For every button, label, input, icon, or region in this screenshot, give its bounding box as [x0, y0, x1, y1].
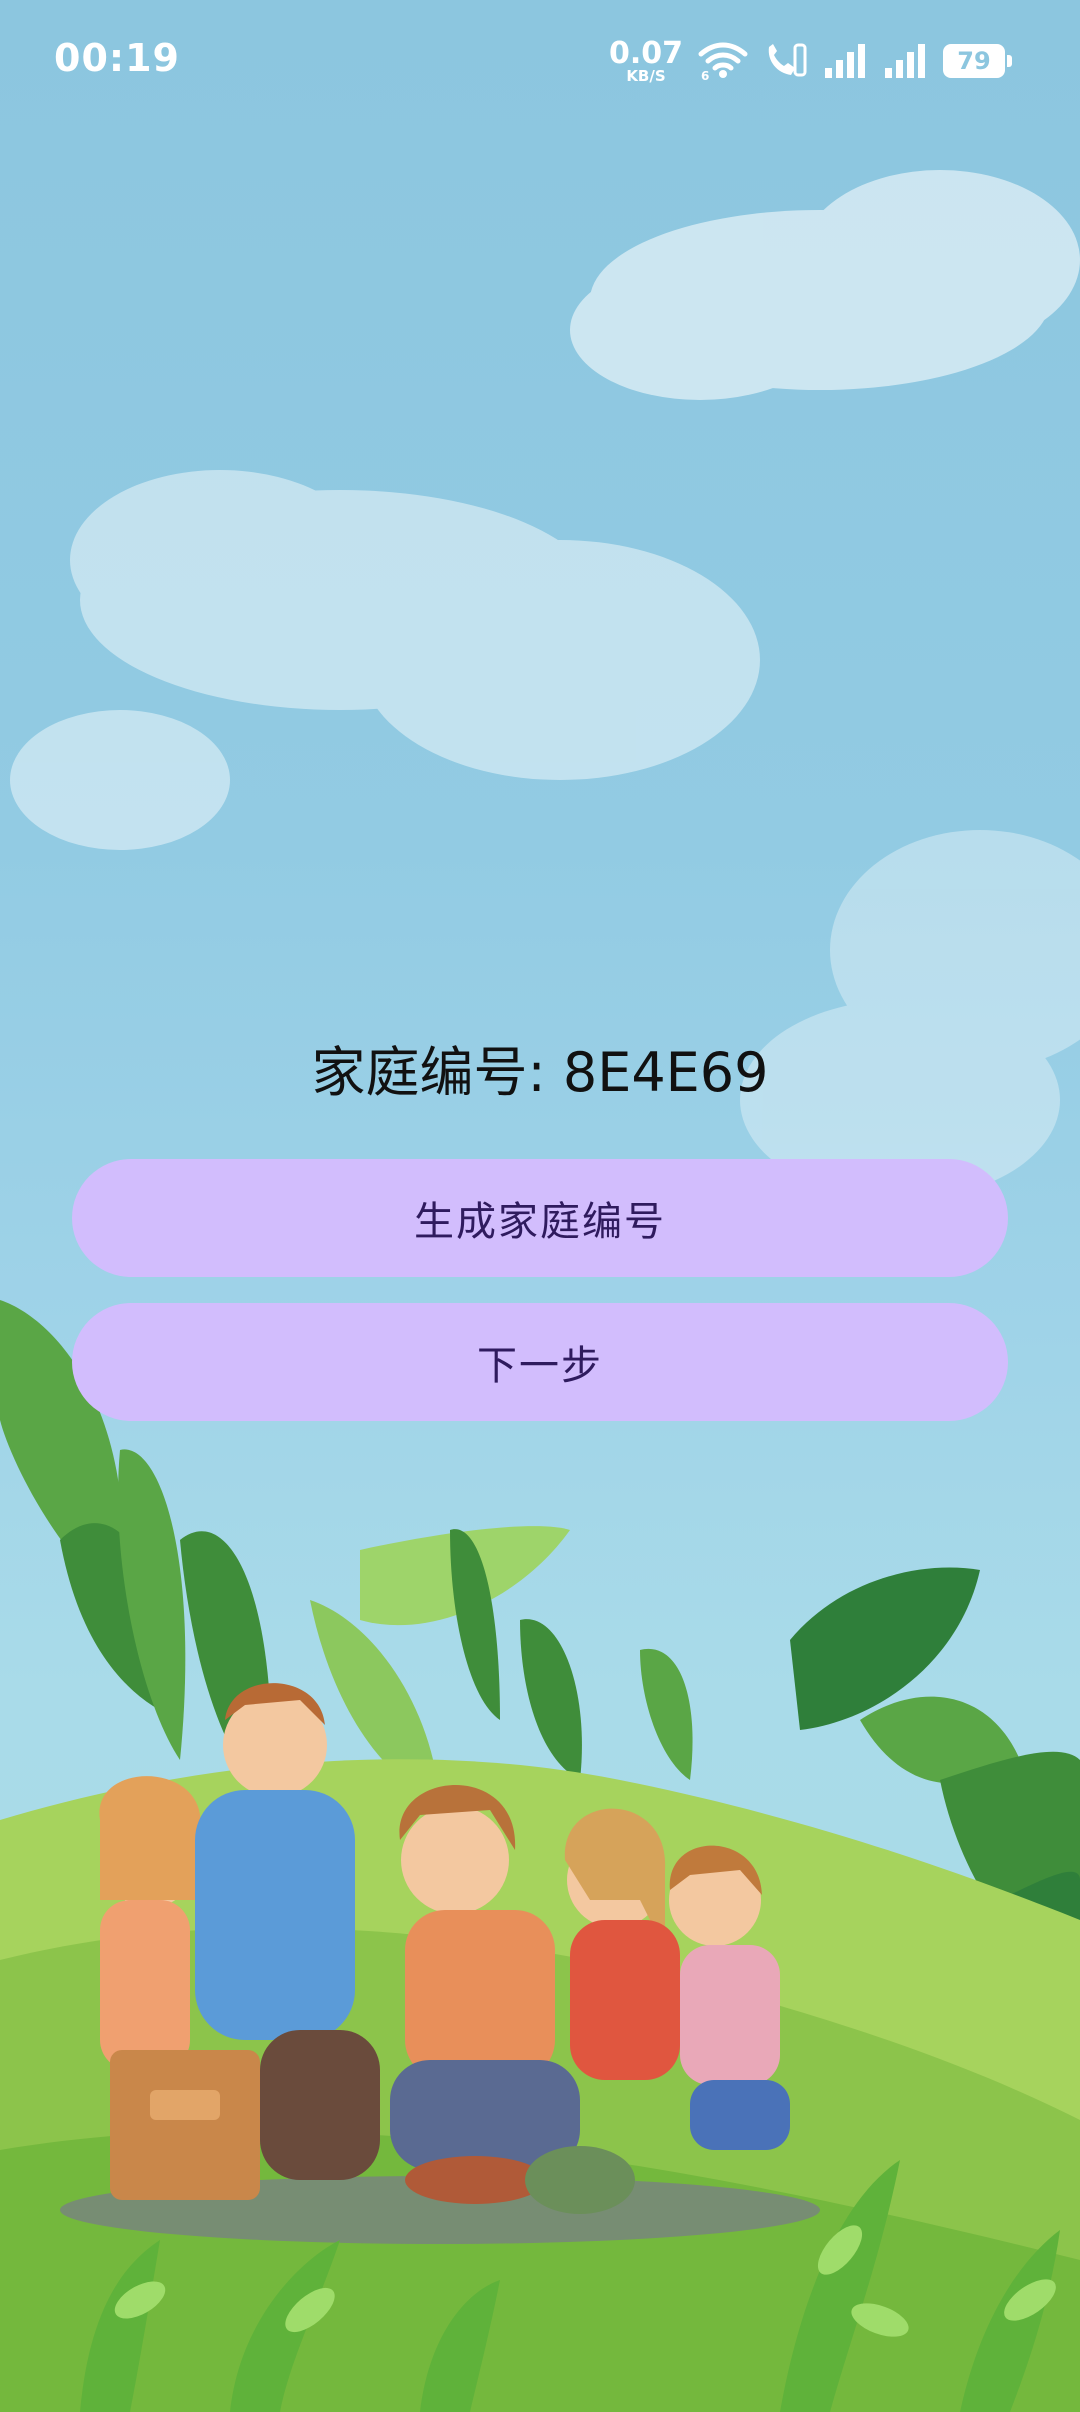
next-step-button[interactable]: 下一步	[72, 1303, 1008, 1421]
battery-level: 79	[957, 47, 991, 75]
network-speed-unit: KB/S	[626, 66, 666, 85]
status-indicators: 0.07 KB/S 6 79	[608, 35, 1012, 86]
battery-icon: 79	[943, 44, 1012, 78]
wifi-label: 6	[701, 69, 709, 82]
cloud-shape	[570, 170, 1080, 400]
family-id-label: 家庭编号: 8E4E69	[311, 1041, 769, 1104]
screen: 00:19 0.07 KB/S 6 79 家庭编号: 8E4E69 生成家庭编号…	[0, 0, 1080, 2412]
hd-call-icon	[768, 43, 807, 77]
wifi-icon: 6	[698, 42, 748, 82]
generate-button-label: 生成家庭编号	[414, 1199, 666, 1245]
cloud-shape	[740, 830, 1080, 1200]
network-speed-value: 0.07	[608, 35, 683, 71]
cloud-shape	[10, 470, 760, 850]
next-button-label: 下一步	[477, 1343, 603, 1389]
generate-family-id-button[interactable]: 生成家庭编号	[72, 1159, 1008, 1277]
network-speed: 0.07 KB/S	[608, 35, 683, 85]
status-time: 00:19	[54, 36, 180, 80]
signal-icon	[885, 44, 925, 78]
signal-icon	[825, 44, 865, 78]
status-bar: 00:19 0.07 KB/S 6 79	[0, 0, 1080, 120]
